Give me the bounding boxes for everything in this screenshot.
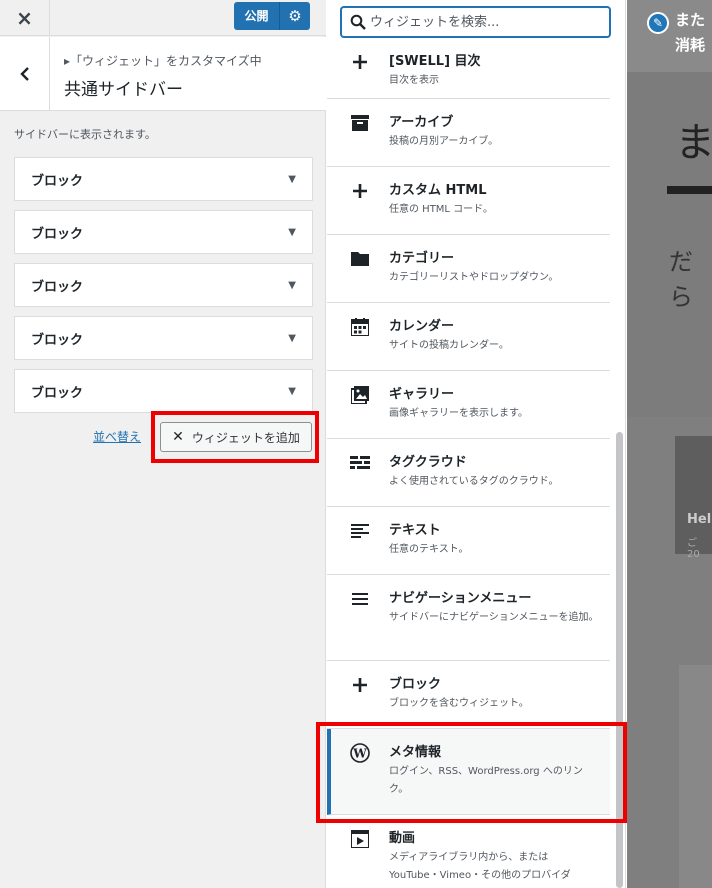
widget-option-name: アーカイブ: [389, 115, 454, 130]
widget-search-input[interactable]: [370, 10, 600, 34]
reorder-link[interactable]: 並べ替え: [93, 428, 141, 445]
tag-cloud-icon: [350, 453, 370, 473]
plus-icon: [350, 181, 370, 201]
breadcrumb: ▸「ウィジェット」をカスタマイズ中: [64, 54, 262, 68]
widget-title: ブロック: [31, 226, 84, 242]
widget-option-desc: 任意のテキスト。: [389, 544, 469, 555]
widget-option-swell-toc[interactable]: [SWELL] 目次 目次を表示: [327, 38, 610, 99]
widget-option-desc: 目次を表示: [389, 75, 439, 86]
widget-option-name: タグクラウド: [389, 455, 467, 470]
archive-icon: [350, 113, 370, 133]
menu-icon: [350, 589, 370, 609]
highlight-box: [151, 411, 319, 463]
widget-option-custom-html[interactable]: カスタム HTML 任意の HTML コード。: [327, 167, 610, 235]
preview-heading: ま: [675, 120, 712, 166]
site-preview: ✎ また 消耗 ま だら Hel ご 20: [627, 0, 712, 888]
close-icon[interactable]: ×: [0, 0, 50, 36]
widget-option-name: 動画: [389, 831, 416, 846]
widget-option-name: カスタム HTML: [389, 183, 487, 198]
widget-option-name: テキスト: [389, 523, 441, 538]
panel-title: 共通サイドバー: [64, 80, 183, 100]
video-icon: [350, 829, 370, 849]
widget-option-tag-cloud[interactable]: タグクラウド よく使用されているタグのクラウド。: [327, 439, 610, 507]
widget-option-gallery[interactable]: ギャラリー 画像ギャラリーを表示します。: [327, 371, 610, 439]
widget-option-name: カテゴリー: [389, 251, 455, 266]
gallery-icon: [350, 385, 370, 405]
gear-icon[interactable]: ⚙: [280, 2, 310, 30]
caret-down-icon[interactable]: ▼: [288, 280, 296, 291]
widget-block-5[interactable]: ブロック ▼: [14, 369, 313, 413]
widget-block-4[interactable]: ブロック ▼: [14, 316, 313, 360]
preview-card-2: [679, 665, 712, 888]
widget-option-name: [SWELL] 目次: [389, 54, 481, 69]
widget-option-video[interactable]: 動画 メディアライブラリ内から、または YouTube・Vimeo・その他のプロ…: [327, 815, 610, 888]
widget-title: ブロック: [31, 332, 84, 348]
preview-post-date: ご 20: [687, 538, 700, 560]
widget-option-desc: メディアライブラリ内から、または YouTube・Vimeo・その他のプロバイダ: [389, 852, 571, 881]
widget-option-desc: ブロックを含むウィジェット。: [389, 698, 529, 709]
edit-shortcut-pencil-icon[interactable]: ✎: [647, 12, 669, 34]
widget-block-1[interactable]: ブロック ▼: [14, 157, 313, 201]
text-icon: [350, 521, 370, 541]
widget-option-name: ナビゲーションメニュー: [389, 591, 532, 606]
folder-icon: [350, 249, 370, 269]
widget-title: ブロック: [31, 385, 84, 401]
preview-post-title: Hel: [687, 512, 712, 527]
widget-option-desc: 投稿の月別アーカイブ。: [389, 136, 499, 147]
preview-site-title-2: 消耗: [675, 36, 706, 54]
sidebar-description: サイドバーに表示されます。: [14, 128, 156, 141]
search-box[interactable]: [340, 6, 611, 38]
widget-option-desc: 任意の HTML コード。: [389, 204, 493, 215]
widget-option-name: カレンダー: [389, 319, 455, 334]
caret-down-icon[interactable]: ▼: [288, 386, 296, 397]
search-icon: [350, 14, 366, 30]
widget-option-block[interactable]: ブロック ブロックを含むウィジェット。: [327, 661, 610, 729]
widget-option-archives[interactable]: アーカイブ 投稿の月別アーカイブ。: [327, 99, 610, 167]
publish-button[interactable]: 公開 ⚙: [234, 2, 310, 30]
plus-icon: [350, 675, 370, 695]
chevron-left-icon: [19, 67, 29, 81]
customizer-sidebar: × 公開 ⚙ ▸「ウィジェット」をカスタマイズ中 共通サイドバー サイドバーに表…: [0, 0, 326, 888]
widget-option-navigation-menu[interactable]: ナビゲーションメニュー サイドバーにナビゲーションメニューを追加。: [327, 575, 610, 661]
widget-option-desc: カテゴリーリストやドロップダウン。: [389, 272, 559, 283]
section-header: ▸「ウィジェット」をカスタマイズ中 共通サイドバー: [0, 37, 326, 111]
customizer-header: × 公開 ⚙: [0, 0, 326, 36]
widget-option-name: ブロック: [389, 677, 442, 692]
caret-down-icon[interactable]: ▼: [288, 227, 296, 238]
search-bar: [327, 0, 625, 44]
widget-option-desc: サイドバーにナビゲーションメニューを追加。: [389, 612, 599, 623]
widget-option-calendar[interactable]: カレンダー サイトの投稿カレンダー。: [327, 303, 610, 371]
calendar-icon: [350, 317, 370, 337]
preview-site-title: また: [675, 11, 706, 29]
caret-down-icon[interactable]: ▼: [288, 174, 296, 185]
widget-option-desc: よく使用されているタグのクラウド。: [389, 476, 559, 487]
widget-option-name: ギャラリー: [389, 387, 455, 402]
widget-option-text[interactable]: テキスト 任意のテキスト。: [327, 507, 610, 575]
widget-block-2[interactable]: ブロック ▼: [14, 210, 313, 254]
widget-title: ブロック: [31, 279, 84, 295]
widget-option-desc: 画像ギャラリーを表示します。: [389, 408, 528, 419]
widget-block-3[interactable]: ブロック ▼: [14, 263, 313, 307]
highlight-box: [316, 722, 627, 823]
widget-option-categories[interactable]: カテゴリー カテゴリーリストやドロップダウン。: [327, 235, 610, 303]
plus-icon: [350, 52, 370, 72]
back-button[interactable]: [0, 37, 50, 111]
widget-title: ブロック: [31, 173, 84, 189]
preview-subheading: だら: [669, 248, 693, 311]
preview-divider: [667, 186, 712, 194]
widget-option-desc: サイトの投稿カレンダー。: [389, 340, 509, 351]
publish-label[interactable]: 公開: [234, 2, 280, 30]
caret-down-icon[interactable]: ▼: [288, 333, 296, 344]
